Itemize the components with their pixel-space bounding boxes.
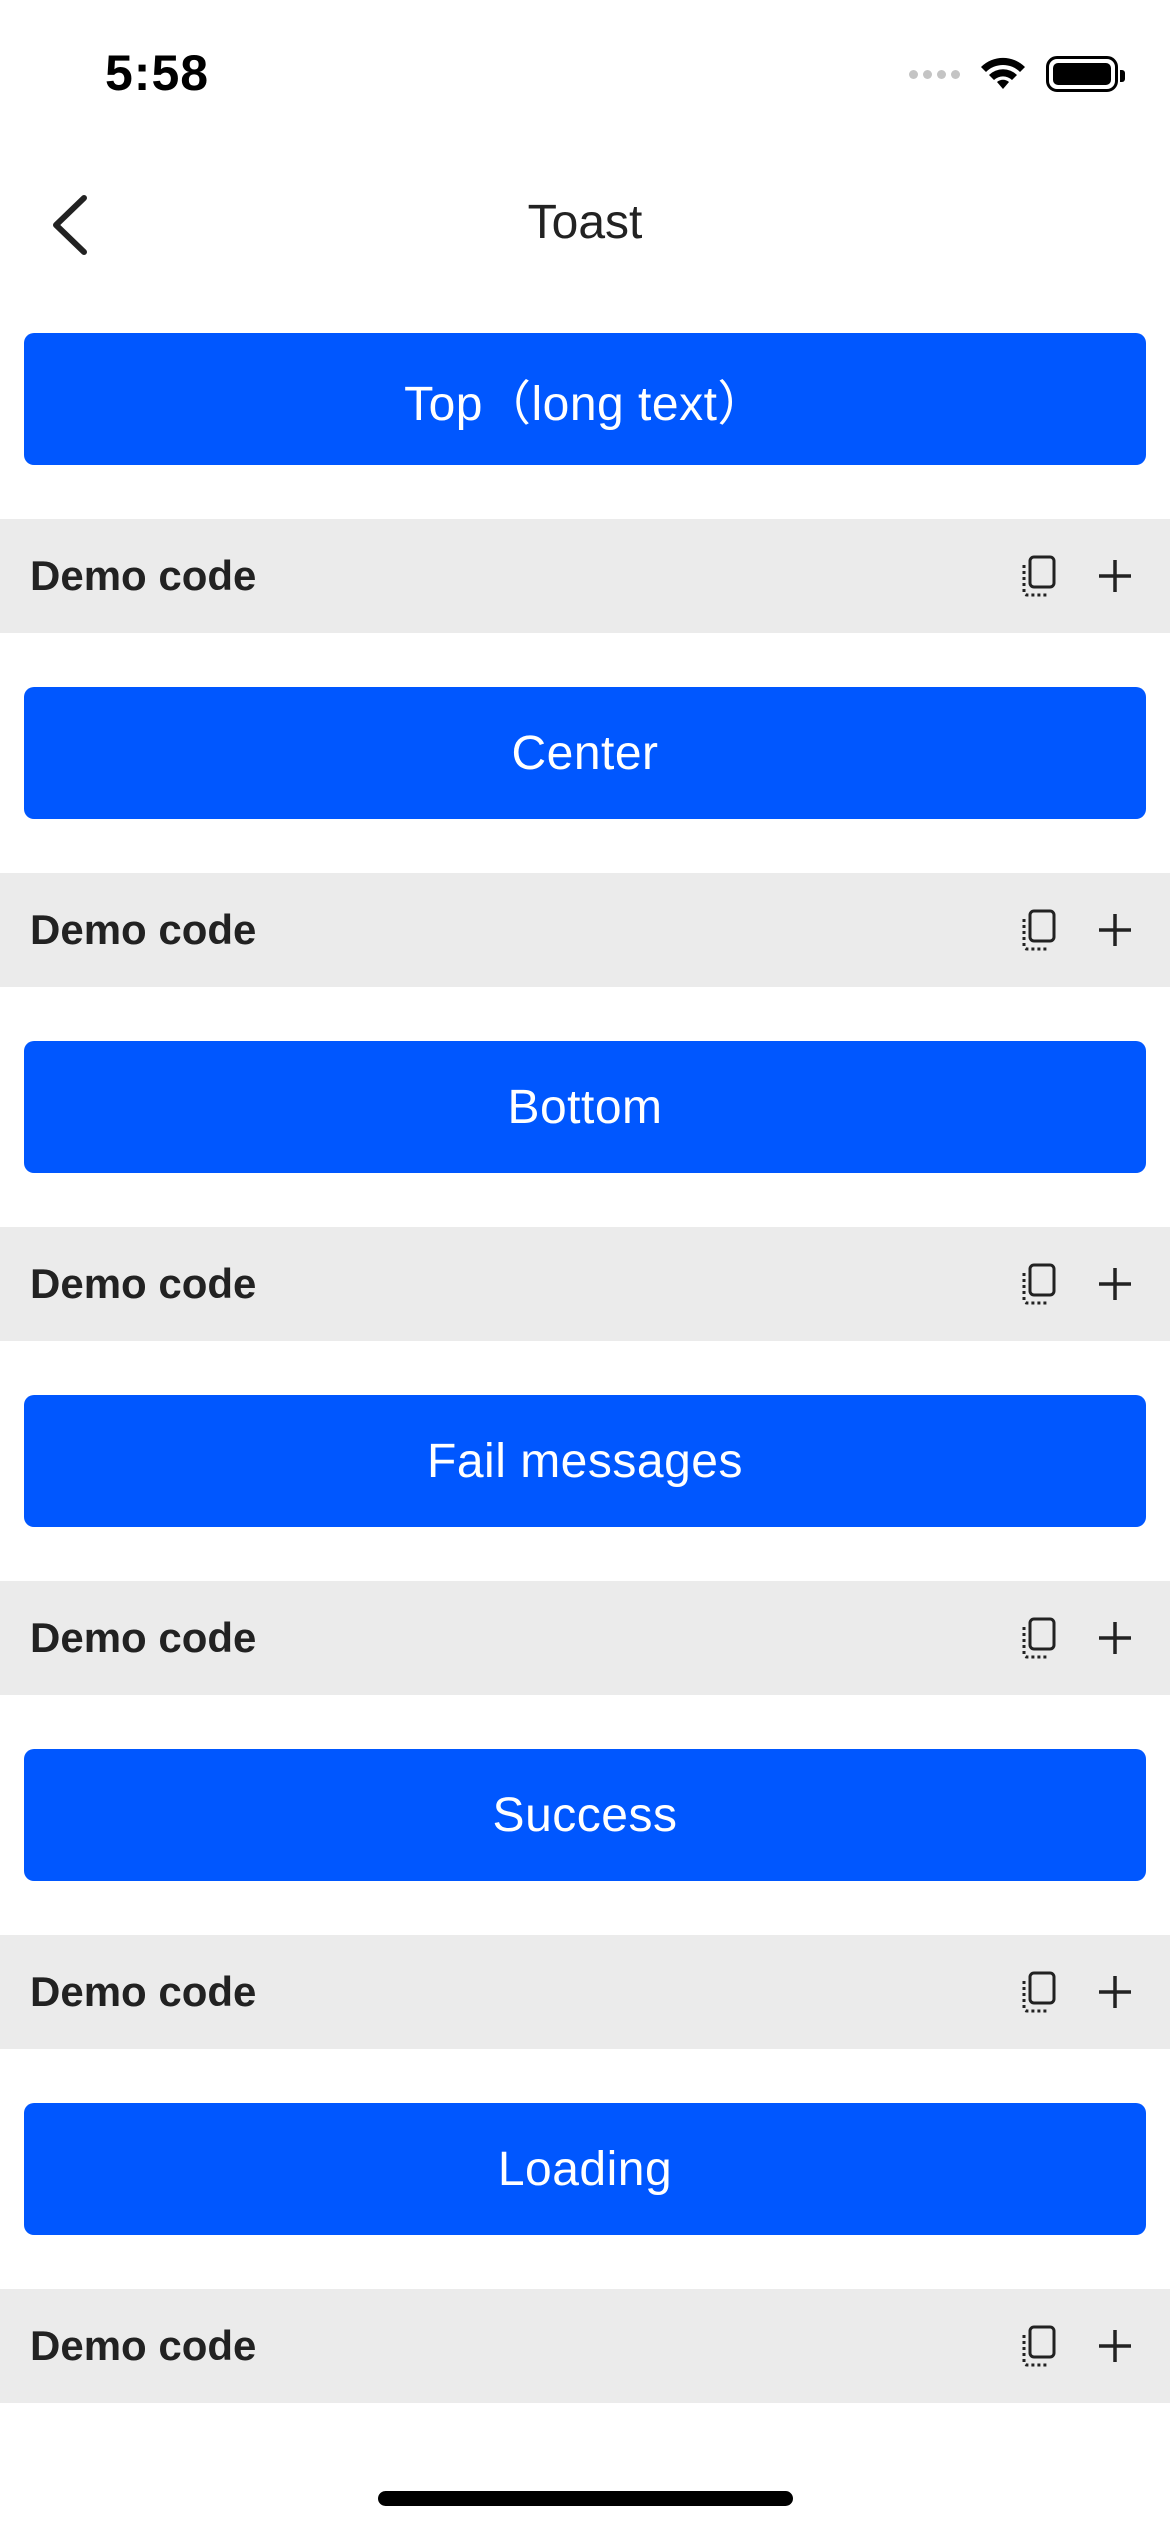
status-bar: 5:58	[0, 0, 1170, 150]
demo-code-actions	[1014, 551, 1140, 601]
demo-section-center: Center Demo code	[0, 687, 1170, 1041]
plus-icon[interactable]	[1090, 2321, 1140, 2371]
copy-icon[interactable]	[1014, 551, 1064, 601]
demo-code-bar[interactable]: Demo code	[0, 1581, 1170, 1695]
success-button[interactable]: Success	[24, 1749, 1146, 1881]
plus-icon[interactable]	[1090, 1259, 1140, 1309]
demo-section-fail: Fail messages Demo code	[0, 1395, 1170, 1749]
plus-icon[interactable]	[1090, 1967, 1140, 2017]
fail-messages-button[interactable]: Fail messages	[24, 1395, 1146, 1527]
page-title: Toast	[527, 196, 643, 249]
demo-code-bar[interactable]: Demo code	[0, 1935, 1170, 2049]
home-indicator[interactable]	[378, 2491, 793, 2506]
center-button[interactable]: Center	[24, 687, 1146, 819]
demo-code-actions	[1014, 905, 1140, 955]
demo-code-label: Demo code	[30, 552, 257, 599]
demo-section-success: Success Demo code	[0, 1749, 1170, 2103]
plus-icon[interactable]	[1090, 905, 1140, 955]
demo-section-bottom: Bottom Demo code	[0, 1041, 1170, 1395]
demo-code-actions	[1014, 2321, 1140, 2371]
demo-code-label: Demo code	[30, 906, 257, 953]
bottom-button[interactable]: Bottom	[24, 1041, 1146, 1173]
demo-code-label: Demo code	[30, 1614, 257, 1661]
demo-section-loading: Loading Demo code	[0, 2103, 1170, 2457]
demo-code-label: Demo code	[30, 1968, 257, 2015]
copy-icon[interactable]	[1014, 2321, 1064, 2371]
plus-icon[interactable]	[1090, 1613, 1140, 1663]
demo-code-label: Demo code	[30, 1260, 257, 1307]
nav-bar: Toast	[0, 150, 1170, 300]
demo-code-actions	[1014, 1613, 1140, 1663]
demo-code-bar[interactable]: Demo code	[0, 2289, 1170, 2403]
copy-icon[interactable]	[1014, 1967, 1064, 2017]
demo-code-bar[interactable]: Demo code	[0, 1227, 1170, 1341]
demo-code-actions	[1014, 1967, 1140, 2017]
demo-list: Top（long text） Demo code Center Demo cod…	[0, 333, 1170, 2457]
demo-section-top: Top（long text） Demo code	[0, 333, 1170, 687]
copy-icon[interactable]	[1014, 905, 1064, 955]
copy-icon[interactable]	[1014, 1259, 1064, 1309]
demo-code-actions	[1014, 1259, 1140, 1309]
status-time: 5:58	[105, 45, 210, 101]
battery-icon	[1046, 56, 1125, 92]
copy-icon[interactable]	[1014, 1613, 1064, 1663]
demo-code-bar[interactable]: Demo code	[0, 873, 1170, 987]
wifi-icon	[981, 57, 1025, 89]
demo-code-bar[interactable]: Demo code	[0, 519, 1170, 633]
plus-icon[interactable]	[1090, 551, 1140, 601]
top-long-text-button[interactable]: Top（long text）	[24, 333, 1146, 465]
signal-dots-icon	[909, 69, 960, 79]
loading-button[interactable]: Loading	[24, 2103, 1146, 2235]
status-icons	[909, 52, 1125, 96]
demo-code-label: Demo code	[30, 2322, 257, 2369]
